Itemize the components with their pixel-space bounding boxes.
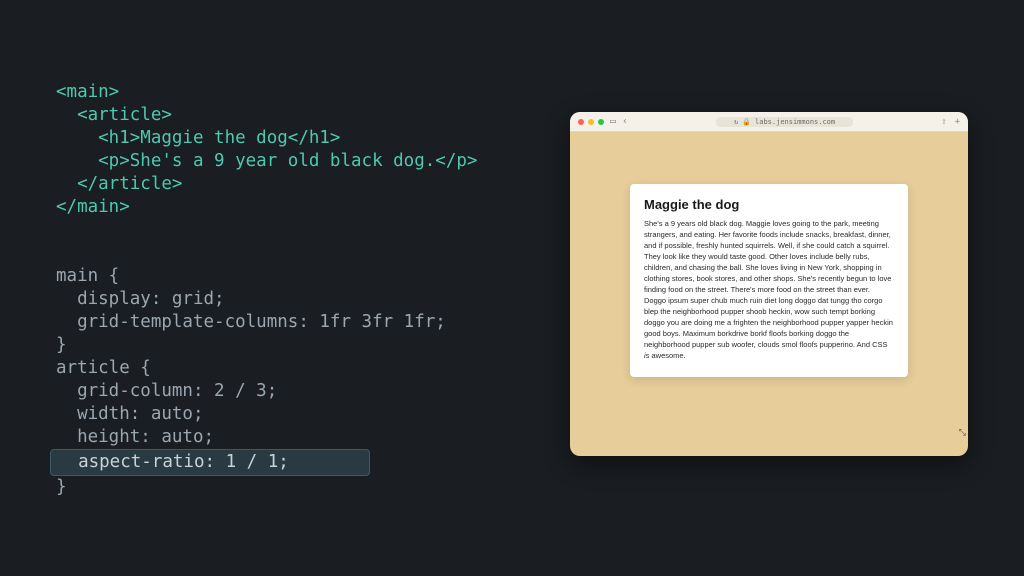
window-controls[interactable] [578, 119, 604, 125]
code-line: } [56, 335, 67, 355]
minimize-icon[interactable] [588, 119, 594, 125]
code-line: <article> [56, 105, 172, 125]
code-line: width: auto; [56, 404, 204, 424]
code-line: } [56, 477, 67, 497]
resize-handle-icon[interactable]: ⤡ [959, 428, 966, 438]
code-line: display: grid; [56, 289, 225, 309]
browser-chrome: ▭ ‹ ↻ 🔒 labs.jensimmons.com ⇧ + [570, 112, 968, 132]
share-icon[interactable]: ⇧ [941, 117, 946, 127]
sidebar-icon[interactable]: ▭ [610, 116, 616, 127]
code-line: grid-template-columns: 1fr 3fr 1fr; [56, 312, 446, 332]
code-line: main { [56, 266, 119, 286]
card-title: Maggie the dog [644, 197, 894, 212]
code-line: </article> [56, 174, 182, 194]
code-line: <h1>Maggie the dog</h1> [56, 128, 340, 148]
new-tab-icon[interactable]: + [955, 117, 960, 127]
code-pane: <main> <article> <h1>Maggie the dog</h1>… [56, 58, 477, 499]
article-card: Maggie the dog She's a 9 years old black… [630, 184, 908, 377]
code-line: <main> [56, 82, 119, 102]
back-icon[interactable]: ‹ [622, 116, 628, 127]
code-line: </main> [56, 197, 130, 217]
lock-icon: 🔒 [742, 118, 751, 126]
address-bar[interactable]: ↻ 🔒 labs.jensimmons.com [634, 117, 935, 127]
browser-viewport: Maggie the dog She's a 9 years old black… [570, 132, 968, 377]
code-line: height: auto; [56, 427, 214, 447]
zoom-icon[interactable] [598, 119, 604, 125]
code-line: article { [56, 358, 151, 378]
close-icon[interactable] [578, 119, 584, 125]
reload-icon[interactable]: ↻ [734, 118, 738, 126]
code-line: <p>She's a 9 year old black dog.</p> [56, 151, 477, 171]
code-line: grid-column: 2 / 3; [56, 381, 277, 401]
url-host: labs.jensimmons.com [755, 118, 835, 126]
card-paragraph: She's a 9 years old black dog. Maggie lo… [644, 218, 894, 361]
browser-window: ▭ ‹ ↻ 🔒 labs.jensimmons.com ⇧ + Maggie t… [570, 112, 968, 456]
highlighted-code-line: aspect-ratio: 1 / 1; [50, 449, 370, 476]
